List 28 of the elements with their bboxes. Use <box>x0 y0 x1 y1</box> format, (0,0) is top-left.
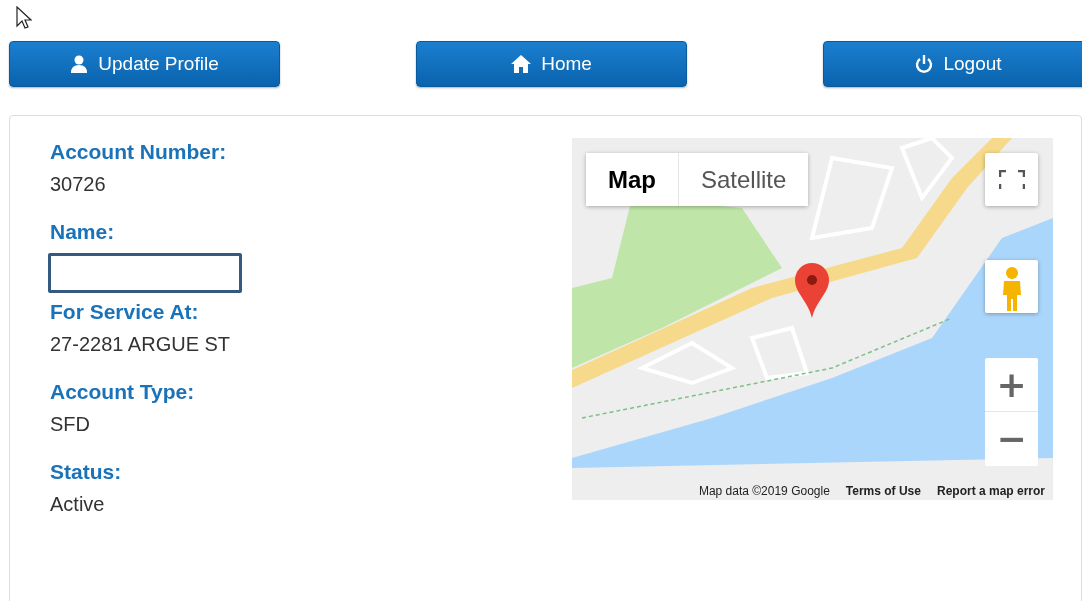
field-value: SFD <box>50 412 91 437</box>
zoom-in-button[interactable]: + <box>985 358 1038 412</box>
name-field[interactable] <box>48 253 242 293</box>
field-label: Status: <box>50 459 123 485</box>
field-value: Active <box>50 492 106 517</box>
fullscreen-icon <box>998 169 1025 190</box>
map-type-tab[interactable]: Map <box>586 153 678 206</box>
field-value: 30726 <box>50 172 107 197</box>
field-value: 27-2281 ARGUE ST <box>50 332 232 357</box>
field-label: For Service At: <box>50 299 200 325</box>
nav-button[interactable]: Home <box>416 41 687 87</box>
field-label: Account Number: <box>50 139 228 165</box>
nav-button[interactable]: Logout <box>823 41 1082 87</box>
user-icon <box>70 55 89 73</box>
map-pin-icon <box>794 263 830 318</box>
zoom-out-button[interactable]: − <box>985 412 1038 466</box>
map-link[interactable]: Report a map error <box>936 484 1045 498</box>
map-type-tab[interactable]: Satellite <box>678 153 809 206</box>
person-icon <box>1000 267 1023 311</box>
field-label: Name: <box>50 219 116 245</box>
map-link[interactable]: Terms of Use <box>845 484 921 498</box>
power-icon <box>915 54 934 74</box>
nav-button[interactable]: Update Profile <box>9 41 280 87</box>
cursor-icon <box>16 6 32 30</box>
home-icon <box>511 55 532 73</box>
field-label: Account Type: <box>50 379 196 405</box>
fullscreen-button[interactable] <box>985 153 1038 206</box>
map-attribution: Map data ©2019 Google <box>698 484 830 498</box>
